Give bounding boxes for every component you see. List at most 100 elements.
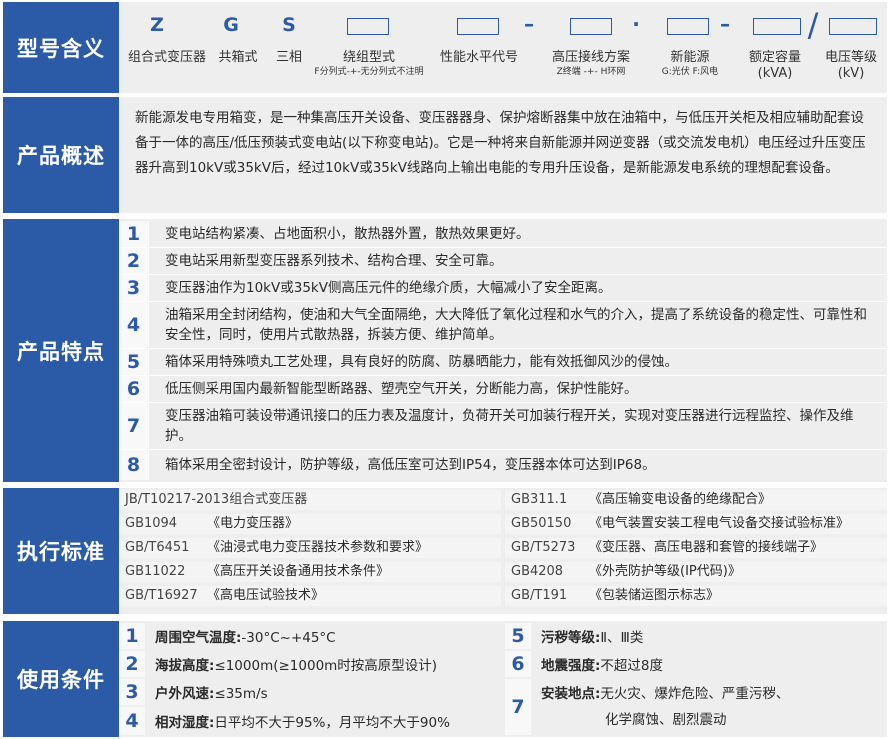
- condition-item: 4 相对湿度:日平均不大于95%，月平均不大于90%: [119, 707, 501, 735]
- condition-number: 3: [119, 679, 145, 705]
- standard-row: GB/T191 《包装储运图示标志》: [505, 586, 887, 606]
- feature-item: 3 变压器油作为10kV或35kV侧高压元件的绝缘介质，大幅减小了安全距离。: [119, 275, 887, 301]
- standard-name: 《电力变压器》: [207, 516, 299, 531]
- standard-name: 《油浸式电力变压器技术参数和要求》: [207, 540, 429, 555]
- standard-row: GB/T16927 《高电压试验技术》: [119, 586, 501, 606]
- standard-name: 《高电压试验技术》: [207, 588, 325, 603]
- model-code-diagram: Z G S – · – / 组合式变压器 共箱式 三相 绕组型式 F分列式-+-…: [119, 2, 887, 93]
- condition-value: -30°C~+45°C: [241, 630, 336, 646]
- standard-name: 《电气装置安装工程电气设备交接试验标准》: [589, 516, 850, 531]
- condition-item: 7 安装地点:无火灾、爆炸危险、严重污秽、 化学腐蚀、剧烈震动: [505, 679, 887, 735]
- feature-item: 8 箱体采用全密封设计，防护等级，高低压室可达到IP54，变压器本体可达到IP6…: [119, 450, 887, 480]
- standard-row: GB1094 《电力变压器》: [119, 514, 501, 534]
- standard-name: 《外壳防护等级(IP代码)》: [589, 564, 741, 579]
- feature-number: 5: [119, 349, 149, 375]
- feature-item: 4 油箱采用全封闭结构，使油和大气全面隔绝，大大降低了氧化过程和水气的介入，提高…: [119, 302, 887, 348]
- standard-name: 《高压输变电设备的绝缘配合》: [589, 492, 772, 507]
- feature-text: 油箱采用全封闭结构，使油和大气全面隔绝，大大降低了氧化过程和水气的介入，提高了系…: [165, 307, 867, 343]
- standard-row: GB50150 《电气装置安装工程电气设备交接试验标准》: [505, 514, 887, 534]
- standard-row: GB11022 《高压开关设备通用技术条件》: [119, 562, 501, 582]
- row-divider: [119, 402, 887, 403]
- condition-value: ≤1000m(≥1000m时按高原型设计): [214, 658, 438, 674]
- condition-number: 6: [505, 651, 531, 677]
- condition-item: 1 周围空气温度:-30°C~+45°C: [119, 623, 501, 649]
- model-letter-z: Z: [150, 14, 164, 36]
- feature-text: 低压侧采用国内最新智能型断路器、塑壳空气开关，分断能力高，保护性能好。: [165, 381, 638, 397]
- standard-code: GB/T191: [511, 588, 568, 603]
- condition-key: 户外风速:: [155, 686, 215, 702]
- model-desc-combined-transformer: 组合式变压器: [127, 50, 206, 65]
- condition-number: 2: [119, 651, 145, 677]
- model-desc-rated-capacity: 额定容量 (kVA): [748, 50, 801, 81]
- feature-item: 7 变压器油箱可装设带通讯接口的压力表及温度计，负荷开关可加装行程开关，实现对变…: [119, 403, 887, 449]
- feature-number: 1: [119, 221, 149, 247]
- standard-row: GB/T6451 《油浸式电力变压器技术参数和要求》: [119, 538, 501, 558]
- model-desc-performance-level: 性能水平代号: [439, 50, 518, 65]
- model-desc-wiring-scheme: 高压接线方案 Z终端 -+- H环网: [551, 50, 630, 77]
- model-code-symbols: Z G S – · – /: [119, 6, 887, 44]
- model-desc-new-energy: 新能源 G:光伏 F:风电: [661, 50, 719, 77]
- features-list: 1 变电站结构紧凑、占地面积小，散热器外置，散热效果更好。 2 变电站采用新型变…: [119, 221, 887, 480]
- standard-code: GB/T16927: [125, 588, 198, 603]
- model-letter-g: G: [223, 14, 239, 36]
- condition-item: 6 地震强度:不超过8度: [505, 651, 887, 677]
- standard-code: GB4208: [511, 564, 564, 579]
- condition-item: 3 户外风速:≤35m/s: [119, 679, 501, 705]
- standard-code: GB1094: [125, 516, 178, 531]
- model-meaning-section: 型号含义 Z G S – · – / 组合式变压器 共箱式 三相 绕组型式 F分…: [3, 2, 887, 93]
- model-desc-voltage-level: 电压等级 (kV): [824, 50, 877, 81]
- row-divider: [119, 247, 887, 248]
- row-divider: [119, 449, 887, 450]
- feature-number: 6: [119, 376, 149, 402]
- model-dot: ·: [632, 12, 640, 36]
- voltage-level-box: [829, 18, 877, 35]
- feature-number: 2: [119, 248, 149, 274]
- standard-code: JB/T10217-2013组合式变压器: [125, 492, 308, 507]
- feature-number: 7: [119, 403, 149, 449]
- feature-number: 4: [119, 302, 149, 348]
- feature-number: 8: [119, 450, 149, 480]
- feature-item: 5 箱体采用特殊喷丸工艺处理，具有良好的防腐、防暴晒能力，能有效抵御风沙的侵蚀。: [119, 349, 887, 375]
- standard-name: 《变压器、高压电器和套管的接线端子》: [589, 540, 824, 555]
- standard-row: JB/T10217-2013组合式变压器: [119, 490, 501, 510]
- feature-text: 箱体采用全密封设计，防护等级，高低压室可达到IP54，变压器本体可达到IP68。: [165, 457, 656, 473]
- standard-row: GB4208 《外壳防护等级(IP代码)》: [505, 562, 887, 582]
- model-desc-common-box: 共箱式: [218, 50, 258, 65]
- condition-value: ≤35m/s: [214, 686, 268, 702]
- condition-key: 污秽等级:: [541, 630, 601, 646]
- model-meaning-label: 型号含义: [3, 2, 119, 93]
- condition-number: 7: [505, 679, 531, 735]
- condition-value: Ⅱ、Ⅲ类: [600, 630, 644, 646]
- feature-text: 变压器油作为10kV或35kV侧高压元件的绝缘介质，大幅减小了安全距离。: [165, 280, 612, 296]
- new-energy-box: [667, 18, 709, 35]
- standard-code: GB/T6451: [125, 540, 190, 555]
- rated-capacity-box: [753, 18, 801, 35]
- condition-value: 不超过8度: [600, 658, 663, 674]
- model-dash-1: –: [524, 12, 534, 36]
- feature-item: 1 变电站结构紧凑、占地面积小，散热器外置，散热效果更好。: [119, 221, 887, 247]
- condition-item: 5 污秽等级:Ⅱ、Ⅲ类: [505, 623, 887, 649]
- row-divider: [119, 301, 887, 302]
- condition-key: 周围空气温度:: [155, 630, 242, 646]
- winding-type-box: [347, 18, 389, 35]
- product-overview-label: 产品概述: [3, 97, 119, 213]
- condition-number: 5: [505, 623, 531, 649]
- condition-number: 1: [119, 623, 145, 649]
- condition-key: 相对湿度:: [155, 715, 215, 731]
- condition-number: 4: [119, 707, 145, 735]
- condition-key: 安装地点:: [541, 686, 601, 702]
- feature-item: 2 变电站采用新型变压器系列技术、结构合理、安全可靠。: [119, 248, 887, 274]
- usage-conditions-label: 使用条件: [3, 621, 119, 737]
- feature-number: 3: [119, 275, 149, 301]
- wiring-scheme-box: [570, 18, 612, 35]
- condition-key: 地震强度:: [541, 658, 601, 674]
- condition-value: 无火灾、爆炸危险、严重污秽、: [600, 686, 790, 702]
- row-divider: [119, 348, 887, 349]
- condition-value: 日平均不大于95%，月平均不大于90%: [214, 715, 450, 731]
- standard-code: GB311.1: [511, 492, 568, 507]
- product-overview-section: 产品概述 新能源发电专用箱变，是一种集高压开关设备、变压器器身、保护熔断器集中放…: [3, 97, 887, 213]
- condition-value-continued: 化学腐蚀、剧烈震动: [605, 712, 727, 728]
- usage-conditions-section: 使用条件 1 周围空气温度:-30°C~+45°C 2 海拔高度:≤1000m(…: [3, 621, 887, 737]
- product-features-label: 产品特点: [3, 219, 119, 482]
- model-dash-2: –: [720, 12, 730, 36]
